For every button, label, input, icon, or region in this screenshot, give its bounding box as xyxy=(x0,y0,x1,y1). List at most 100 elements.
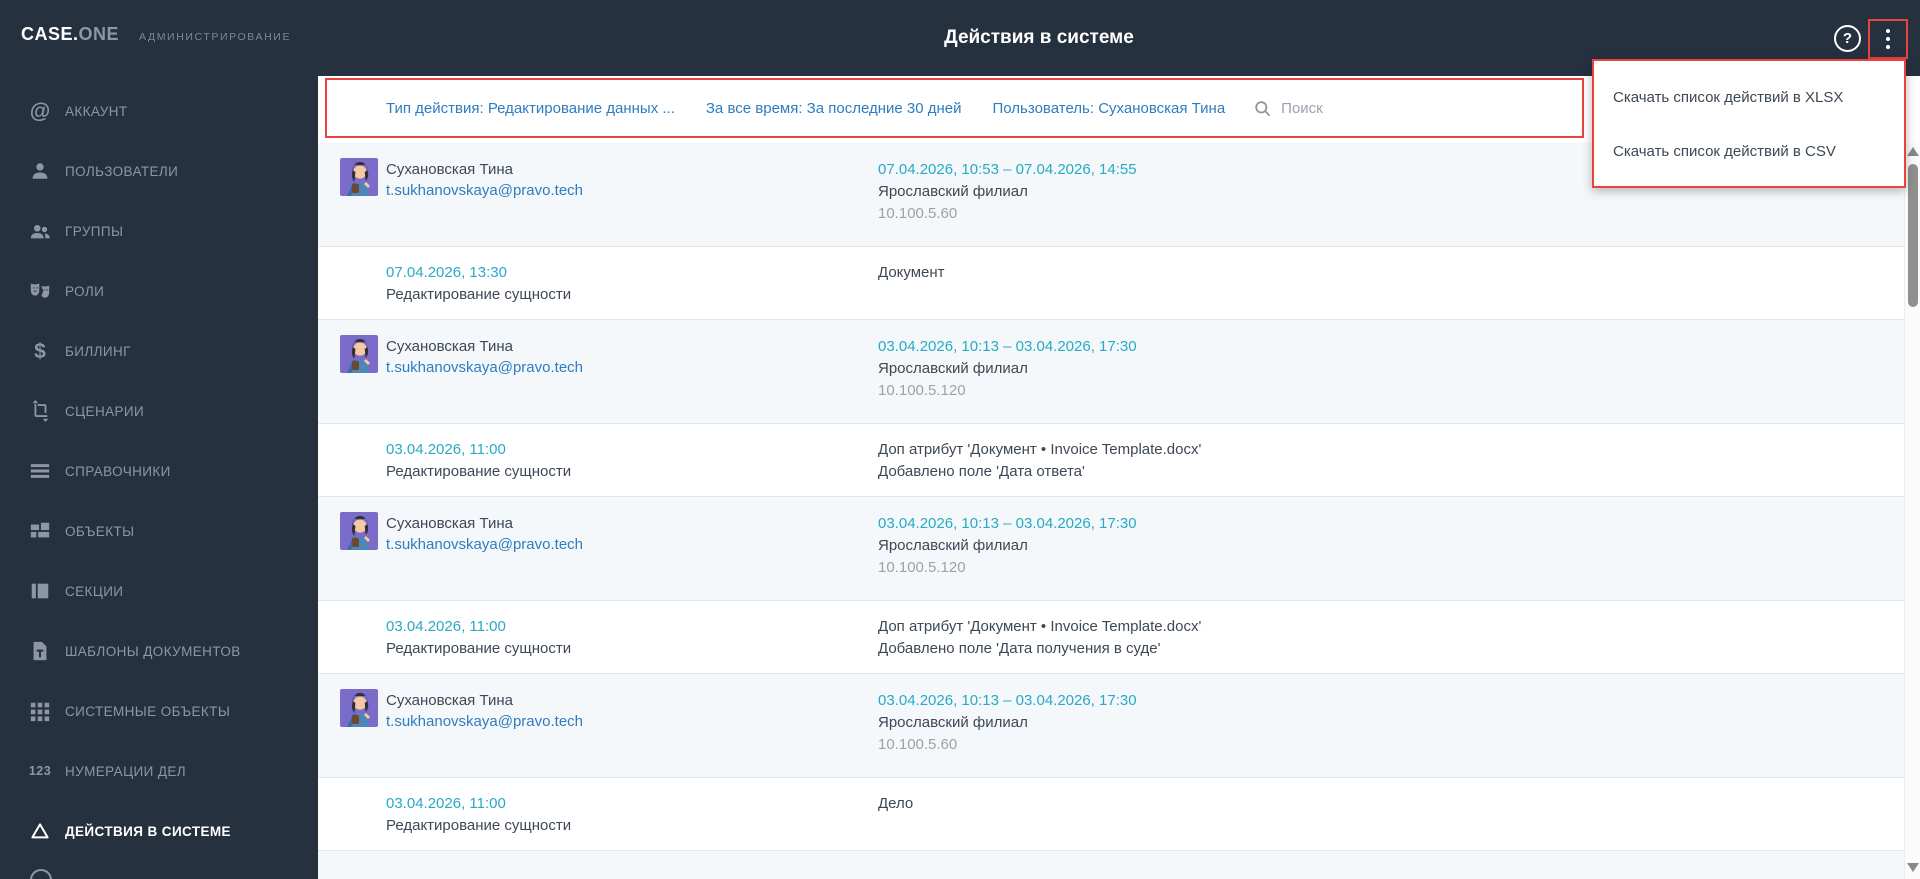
masks-icon xyxy=(28,279,52,303)
list-icon xyxy=(28,459,52,483)
page-title: Действия в системе xyxy=(944,27,1134,48)
avatar xyxy=(340,335,378,373)
session-ip: 10.100.5.120 xyxy=(878,559,966,576)
search-icon xyxy=(1255,100,1271,116)
action-datetime-link[interactable]: 03.04.2026, 11:00 xyxy=(386,616,571,638)
action-kind: Редактирование сущности xyxy=(386,463,572,480)
at-icon: @ xyxy=(29,99,51,123)
action-detail-line: Доп атрибут 'Документ • Invoice Template… xyxy=(878,441,1202,458)
action-kind: Редактирование сущности xyxy=(386,640,572,657)
session-branch: Ярославский филиал xyxy=(878,360,1028,377)
avatar xyxy=(340,158,378,196)
sidebar-item-пользователи[interactable]: ПОЛЬЗОВАТЕЛИ xyxy=(0,141,318,201)
session-row[interactable]: Сухановская Тина t.sukhanovskaya@pravo.t… xyxy=(318,497,1904,601)
avatar xyxy=(340,689,378,727)
session-row[interactable]: Сухановская Тина t.sukhanovskaya@pravo.t… xyxy=(318,674,1904,778)
person-icon xyxy=(28,159,52,183)
app-logo[interactable]: CASE. ONE АДМИНИСТРИРОВАНИЕ xyxy=(0,0,318,45)
scrollbar-thumb[interactable] xyxy=(1908,164,1918,307)
sidebar-item-биллинг[interactable]: $ БИЛЛИНГ xyxy=(0,321,318,381)
logo-secondary: ONE xyxy=(78,24,120,44)
sidebar: CASE. ONE АДМИНИСТРИРОВАНИЕ @ АККАУНТ ПО… xyxy=(0,0,318,879)
columns-icon xyxy=(28,579,52,603)
filter-user[interactable]: Пользователь: Сухановская Тина xyxy=(993,100,1226,117)
grid-icon xyxy=(28,699,52,723)
session-period-link[interactable]: 03.04.2026, 10:13 – 03.04.2026, 17:30 xyxy=(878,513,1137,535)
action-detail-line: Дело xyxy=(878,795,914,812)
search-input[interactable] xyxy=(1281,99,1462,117)
sidebar-nav: @ АККАУНТ ПОЛЬЗОВАТЕЛИ ГРУППЫ РОЛИ $ БИЛ… xyxy=(0,81,318,861)
sidebar-item-системные-объекты[interactable]: СИСТЕМНЫЕ ОБЪЕКТЫ xyxy=(0,681,318,741)
action-row[interactable]: 03.04.2026, 11:00 Редактирование сущност… xyxy=(318,778,1904,851)
filter-bar: Тип действия: Редактирование данных ... … xyxy=(325,78,1584,138)
user-name: Сухановская Тина xyxy=(386,515,513,532)
action-detail-line: Добавлено поле 'Дата ответа' xyxy=(878,463,1085,480)
scroll-up-arrow-icon[interactable] xyxy=(1907,147,1919,156)
logo-primary: CASE. xyxy=(21,24,79,44)
sidebar-item-действия-в-системе[interactable]: ДЕЙСТВИЯ В СИСТЕМЕ xyxy=(0,801,318,861)
action-datetime-link[interactable]: 07.04.2026, 13:30 xyxy=(386,262,571,284)
session-branch: Ярославский филиал xyxy=(878,183,1028,200)
numbers-icon: 123 xyxy=(28,763,52,778)
user-email-link[interactable]: t.sukhanovskaya@pravo.tech xyxy=(386,534,583,555)
people-icon xyxy=(28,219,52,243)
sidebar-item-объекты[interactable]: ОБЪЕКТЫ xyxy=(0,501,318,561)
action-row[interactable]: 07.04.2026, 13:30 Редактирование сущност… xyxy=(318,247,1904,320)
dollar-icon: $ xyxy=(34,339,46,363)
user-email-link[interactable]: t.sukhanovskaya@pravo.tech xyxy=(386,180,583,201)
scrollbar-track[interactable] xyxy=(1904,143,1920,879)
session-ip: 10.100.5.60 xyxy=(878,736,958,753)
sidebar-item-роли[interactable]: РОЛИ xyxy=(0,261,318,321)
session-period-link[interactable]: 03.04.2026, 10:13 – 03.04.2026, 17:30 xyxy=(878,690,1137,712)
more-menu-button[interactable] xyxy=(1868,19,1908,59)
avatar xyxy=(340,512,378,550)
filter-action-type[interactable]: Тип действия: Редактирование данных ... xyxy=(386,100,675,117)
action-kind: Редактирование сущности xyxy=(386,817,572,834)
action-datetime-link[interactable]: 03.04.2026, 11:00 xyxy=(386,439,571,461)
session-period-link[interactable]: 03.04.2026, 10:13 – 03.04.2026, 17:30 xyxy=(878,336,1137,358)
doc-template-icon xyxy=(28,639,52,663)
triangle-icon xyxy=(28,819,52,843)
session-ip: 10.100.5.120 xyxy=(878,382,966,399)
scroll-down-arrow-icon[interactable] xyxy=(1907,863,1919,872)
action-details: Доп атрибут 'Документ • Invoice Template… xyxy=(878,439,1201,483)
kebab-vertical-icon xyxy=(1886,29,1890,49)
settings-icon xyxy=(30,869,52,879)
menu-item-download-csv[interactable]: Скачать список действий в CSV xyxy=(1594,124,1904,178)
filter-period[interactable]: За все время: За последние 30 дней xyxy=(706,100,962,117)
session-branch: Ярославский филиал xyxy=(878,714,1028,731)
sidebar-item-аккаунт[interactable]: @ АККАУНТ xyxy=(0,81,318,141)
action-row[interactable]: 03.04.2026, 11:00 Редактирование сущност… xyxy=(318,424,1904,497)
sidebar-item-справочники[interactable]: СПРАВОЧНИКИ xyxy=(0,441,318,501)
session-row[interactable]: Сухановская Тина t.sukhanovskaya@pravo.t… xyxy=(318,320,1904,424)
actions-list: Сухановская Тина t.sukhanovskaya@pravo.t… xyxy=(318,143,1904,879)
action-details: Документ xyxy=(878,262,945,284)
action-datetime-link[interactable]: 03.04.2026, 11:00 xyxy=(386,793,571,815)
action-detail-line: Добавлено поле 'Дата получения в суде' xyxy=(878,640,1161,657)
action-detail-line: Документ xyxy=(878,264,945,281)
search-box xyxy=(1253,99,1462,118)
menu-item-download-xlsx[interactable]: Скачать список действий в XLSX xyxy=(1594,70,1904,124)
dashboard-icon xyxy=(28,519,52,543)
session-ip: 10.100.5.60 xyxy=(878,205,958,222)
action-details: Дело xyxy=(878,793,913,815)
user-email-link[interactable]: t.sukhanovskaya@pravo.tech xyxy=(386,711,583,732)
session-period-link[interactable]: 07.04.2026, 10:53 – 07.04.2026, 14:55 xyxy=(878,159,1137,181)
download-menu: Скачать список действий в XLSX Скачать с… xyxy=(1592,59,1906,188)
session-row-partial[interactable] xyxy=(318,851,1904,879)
user-name: Сухановская Тина xyxy=(386,338,513,355)
sidebar-item-сценарии[interactable]: СЦЕНАРИИ xyxy=(0,381,318,441)
sidebar-item-группы[interactable]: ГРУППЫ xyxy=(0,201,318,261)
user-email-link[interactable]: t.sukhanovskaya@pravo.tech xyxy=(386,357,583,378)
logo-subtitle: АДМИНИСТРИРОВАНИЕ xyxy=(139,31,292,43)
session-branch: Ярославский филиал xyxy=(878,537,1028,554)
action-kind: Редактирование сущности xyxy=(386,286,572,303)
user-name: Сухановская Тина xyxy=(386,161,513,178)
crop-icon xyxy=(28,399,52,423)
sidebar-item-секции[interactable]: СЕКЦИИ xyxy=(0,561,318,621)
sidebar-item-нумерации-дел[interactable]: 123 НУМЕРАЦИИ ДЕЛ xyxy=(0,741,318,801)
action-row[interactable]: 03.04.2026, 11:00 Редактирование сущност… xyxy=(318,601,1904,674)
sidebar-item-шаблоны-документов[interactable]: ШАБЛОНЫ ДОКУМЕНТОВ xyxy=(0,621,318,681)
help-icon[interactable]: ? xyxy=(1834,25,1861,52)
action-detail-line: Доп атрибут 'Документ • Invoice Template… xyxy=(878,618,1202,635)
